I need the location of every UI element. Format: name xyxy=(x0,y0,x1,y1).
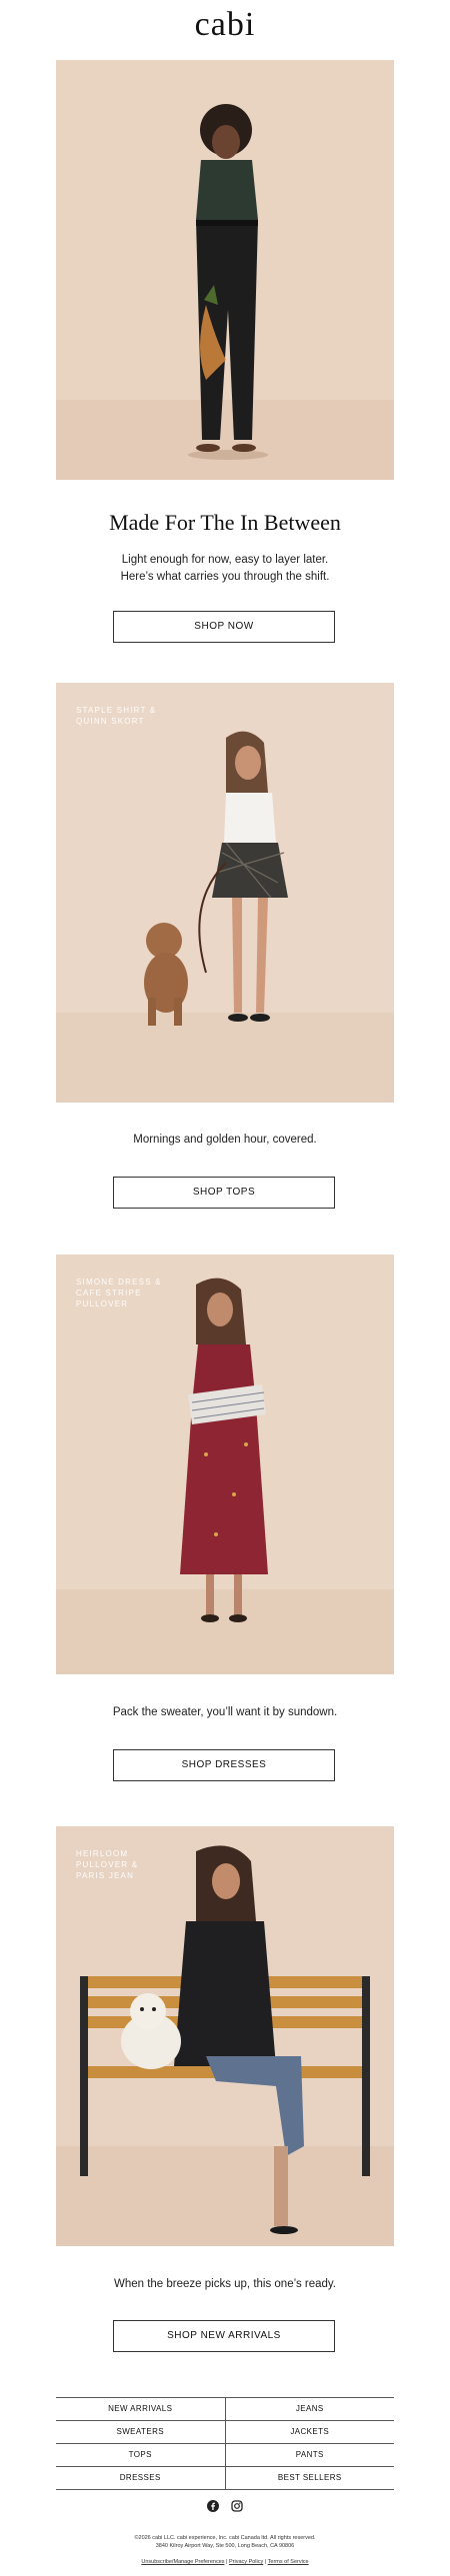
cabi-logo[interactable]: cabi xyxy=(0,6,450,44)
section-1-caption: Mornings and golden hour, covered. xyxy=(133,1134,317,1146)
hero-subline-2: Here’s what carries you through the shif… xyxy=(120,571,330,583)
nav-row: TOPS PANTS xyxy=(56,2444,394,2467)
section-2-caption: Pack the sweater, you’ll want it by sund… xyxy=(112,1706,338,1718)
facebook-icon[interactable] xyxy=(206,2499,219,2517)
email-page: cabi Made For The In Between Light enoug… xyxy=(0,0,450,2576)
section-1-photo[interactable]: STAPLE SHIRT & QUINN SKORT xyxy=(56,683,394,1103)
shop-dresses-button[interactable]: SHOP DRESSES xyxy=(113,1749,335,1781)
unsubscribe-link[interactable]: Unsubscribe/Manage Preferences xyxy=(141,2559,224,2565)
section-3-overlay: HEIRLOOM PULLOVER & PARIS JEAN xyxy=(76,1849,139,1880)
section-3-caption: When the breeze picks up, this one’s rea… xyxy=(113,2278,337,2290)
privacy-policy-link[interactable]: Privacy Policy xyxy=(229,2559,263,2565)
terms-of-service-link[interactable]: Terms of Service xyxy=(268,2559,309,2565)
nav-row: DRESSES BEST SELLERS xyxy=(56,2467,394,2490)
nav-link-jeans[interactable]: JEANS xyxy=(226,2398,395,2420)
nav-link-tops[interactable]: TOPS xyxy=(56,2444,226,2466)
nav-link-pants[interactable]: PANTS xyxy=(226,2444,395,2466)
footer-links: Unsubscribe/Manage Preferences | Privacy… xyxy=(0,2559,450,2565)
shop-now-button[interactable]: SHOP NOW xyxy=(113,611,335,643)
legal-line-1: ©2026 cabi LLC. cabi experience, Inc. ca… xyxy=(134,2535,316,2541)
nav-link-jackets[interactable]: JACKETS xyxy=(226,2421,395,2443)
shop-tops-button[interactable]: SHOP TOPS xyxy=(113,1177,335,1209)
hero-photo[interactable] xyxy=(56,60,394,480)
link-separator: | xyxy=(226,2559,228,2565)
link-separator: | xyxy=(264,2559,267,2565)
instagram-icon[interactable] xyxy=(231,2499,243,2517)
section-3-photo[interactable]: HEIRLOOM PULLOVER & PARIS JEAN xyxy=(56,1826,394,2246)
nav-link-sweaters[interactable]: SWEATERS xyxy=(56,2421,226,2443)
legal-line-2: 3840 Kilroy Airport Way, Ste 500, Long B… xyxy=(155,2543,295,2549)
hero-headline: Made For The In Between xyxy=(109,510,341,535)
section-1-overlay: STAPLE SHIRT & QUINN SKORT xyxy=(76,706,157,726)
footer-nav-grid: NEW ARRIVALS JEANS SWEATERS JACKETS TOPS… xyxy=(56,2397,394,2490)
nav-link-new-arrivals[interactable]: NEW ARRIVALS xyxy=(56,2398,226,2420)
nav-link-dresses[interactable]: DRESSES xyxy=(56,2467,226,2489)
section-2-overlay: SIMONE DRESS & CAFE STRIPE PULLOVER xyxy=(76,1278,162,1308)
footer-legal: ©2026 cabi LLC. cabi experience, Inc. ca… xyxy=(0,2534,450,2550)
shop-new-arrivals-button[interactable]: SHOP NEW ARRIVALS xyxy=(113,2320,335,2352)
nav-row: NEW ARRIVALS JEANS xyxy=(56,2398,394,2421)
section-2-photo[interactable]: SIMONE DRESS & CAFE STRIPE PULLOVER xyxy=(56,1255,394,1674)
social-links xyxy=(0,2499,450,2517)
nav-row: SWEATERS JACKETS xyxy=(56,2421,394,2444)
hero-subline-1: Light enough for now, easy to layer late… xyxy=(121,554,329,566)
nav-link-best-sellers[interactable]: BEST SELLERS xyxy=(226,2467,395,2489)
